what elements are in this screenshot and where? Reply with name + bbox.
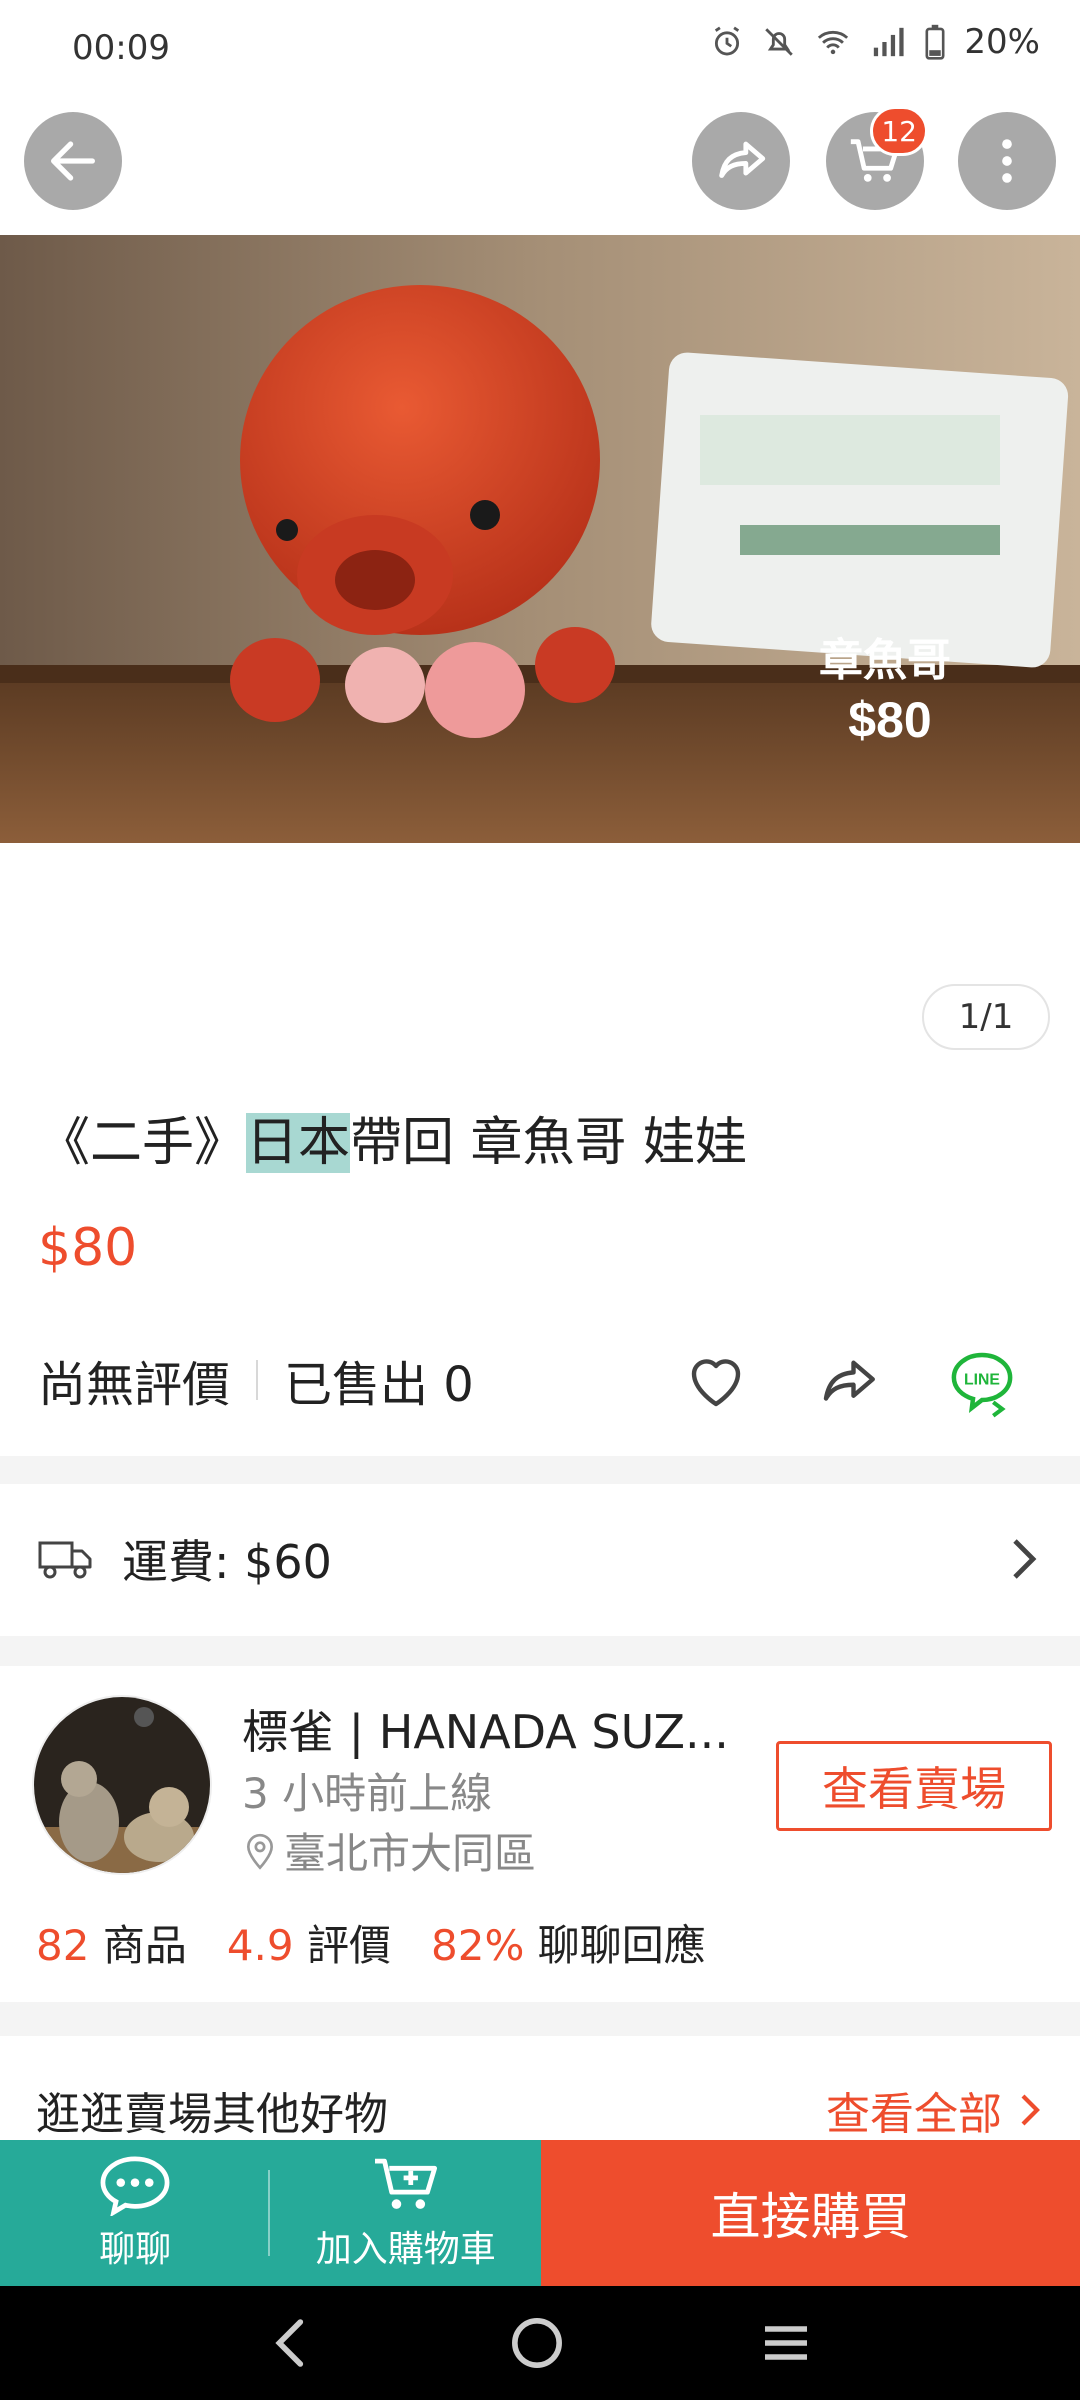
sold-count: 已售出 0 bbox=[284, 1357, 474, 1413]
line-share-button[interactable]: LINE bbox=[946, 1346, 1018, 1418]
title-highlight: 日本 bbox=[246, 1113, 351, 1173]
rating-row: 尚無評價 已售出 0 bbox=[38, 1345, 474, 1415]
chat-icon bbox=[100, 2156, 170, 2216]
share-product-button[interactable] bbox=[812, 1346, 884, 1418]
seller-name[interactable]: 標雀 | HANADA SUZ... bbox=[242, 1696, 729, 1762]
alarm-icon bbox=[715, 26, 740, 56]
location-pin-icon bbox=[246, 1833, 274, 1870]
section-gap bbox=[0, 1456, 1080, 1484]
nav-recents-icon[interactable] bbox=[758, 2315, 814, 2371]
status-icons: 20% bbox=[710, 22, 1040, 62]
cart-button[interactable]: 12 bbox=[826, 106, 928, 210]
seller-avatar[interactable] bbox=[32, 1695, 212, 1875]
svg-text:LINE: LINE bbox=[964, 1371, 1000, 1388]
share-icon bbox=[719, 141, 766, 178]
photo-overlay-price: $80 bbox=[848, 692, 931, 748]
stat-products: 82 商品 bbox=[36, 1921, 187, 1970]
back-arrow-icon bbox=[51, 141, 95, 181]
heart-icon bbox=[691, 1359, 741, 1407]
shipping-fee: 運費: $60 bbox=[122, 1535, 332, 1589]
view-shop-button[interactable]: 查看賣場 bbox=[776, 1741, 1052, 1831]
more-options-button[interactable] bbox=[958, 112, 1056, 210]
shipping-row[interactable]: 運費: $60 bbox=[0, 1484, 1080, 1634]
like-button[interactable] bbox=[680, 1346, 752, 1418]
title-suffix: 帶回 章魚哥 娃娃 bbox=[350, 1113, 748, 1173]
system-nav-bar bbox=[0, 2286, 1080, 2400]
section-gap bbox=[0, 2002, 1080, 2036]
buy-now-button[interactable]: 直接購買 bbox=[541, 2140, 1080, 2286]
view-all-label: 查看全部 bbox=[826, 2089, 1002, 2140]
nav-home-icon[interactable] bbox=[509, 2315, 565, 2371]
chevron-right-icon bbox=[1021, 2094, 1040, 2126]
status-time: 00:09 bbox=[72, 28, 170, 68]
nav-back-icon[interactable] bbox=[266, 2315, 316, 2371]
cart-count-badge: 12 bbox=[870, 106, 928, 156]
seller-location-text: 臺北市大同區 bbox=[284, 1829, 537, 1878]
signal-icon bbox=[874, 27, 905, 57]
chat-label: 聊聊 bbox=[99, 2229, 172, 2270]
status-bar: 00:09 20% bbox=[0, 0, 1080, 100]
image-counter: 1/1 bbox=[922, 984, 1050, 1050]
back-button[interactable] bbox=[24, 112, 122, 210]
view-all-link[interactable]: 查看全部 bbox=[826, 2078, 1044, 2142]
product-photo[interactable]: 章魚哥 $80 bbox=[0, 235, 1080, 843]
share-button[interactable] bbox=[692, 112, 790, 210]
stat-rating: 4.9 評價 bbox=[226, 1921, 391, 1970]
truck-icon bbox=[38, 1541, 92, 1579]
more-goods-row: 逛逛賣場其他好物 查看全部 bbox=[0, 2075, 1080, 2145]
seller-location: 臺北市大同區 bbox=[242, 1820, 536, 1881]
title-prefix: 《二手》 bbox=[38, 1113, 247, 1173]
seller-last-online: 3 小時前上線 bbox=[242, 1769, 493, 1818]
chat-button[interactable]: 聊聊 bbox=[0, 2140, 271, 2286]
product-price: $80 bbox=[38, 1218, 138, 1278]
add-cart-icon bbox=[374, 2158, 437, 2209]
rating-divider bbox=[256, 1360, 259, 1400]
more-goods-title: 逛逛賣場其他好物 bbox=[36, 2089, 388, 2140]
chevron-right-icon bbox=[1013, 1539, 1037, 1579]
add-to-cart-button[interactable]: 加入購物車 bbox=[271, 2140, 542, 2286]
product-title: 《二手》日本帶回 章魚哥 娃娃 bbox=[38, 1100, 747, 1175]
more-vert-icon bbox=[1002, 139, 1012, 183]
section-gap bbox=[0, 1636, 1080, 1666]
line-share-icon: LINE bbox=[951, 1352, 1013, 1418]
share-icon bbox=[823, 1360, 875, 1401]
add-to-cart-label: 加入購物車 bbox=[315, 2229, 496, 2270]
seller-avatar-image bbox=[34, 1697, 210, 1873]
muted-bell-icon bbox=[765, 28, 794, 56]
battery-percent: 20% bbox=[964, 22, 1040, 62]
wifi-icon bbox=[818, 30, 849, 55]
battery-icon bbox=[925, 24, 945, 60]
bottom-divider bbox=[268, 2170, 270, 2256]
bottom-action-bar: 聊聊 加入購物車 直接購買 bbox=[0, 2140, 1080, 2286]
stat-chat-response: 82% 聊聊回應 bbox=[431, 1921, 706, 1970]
bottom-left-group: 聊聊 加入購物車 bbox=[0, 2140, 541, 2286]
rating-text: 尚無評價 bbox=[38, 1357, 231, 1413]
seller-stats: 82 商品 4.9 評價 82% 聊聊回應 bbox=[36, 1912, 706, 1973]
photo-overlay-name: 章魚哥 bbox=[819, 635, 951, 685]
product-photo-graphic: 章魚哥 $80 bbox=[0, 235, 1080, 843]
